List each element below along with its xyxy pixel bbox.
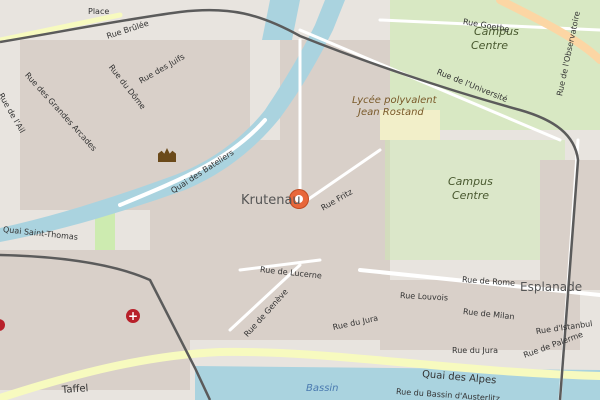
hospital-icon[interactable]: + [126,309,140,323]
water-label-bassin: Bassin [306,383,339,394]
map-view[interactable]: + Krutenau Lycée polyvalent Jean Rostand… [0,0,600,400]
poi-label-lycee-line1: Lycée polyvalent [352,95,437,106]
campus-north-label-line2: Centre [471,39,509,52]
street-label-rue-du-jura-south: Rue du Jura [452,346,499,355]
poi-label-lycee-line2: Jean Rostand [358,107,424,118]
place-label-krutenau: Krutenau [241,193,301,208]
street-label-taffel: Taffel [61,383,89,396]
campus-main-label-line2: Centre [452,189,490,202]
campus-main-label-line1: Campus [448,175,493,188]
district-label-esplanade: Esplanade [520,280,583,294]
street-label-place: Place [88,7,110,16]
